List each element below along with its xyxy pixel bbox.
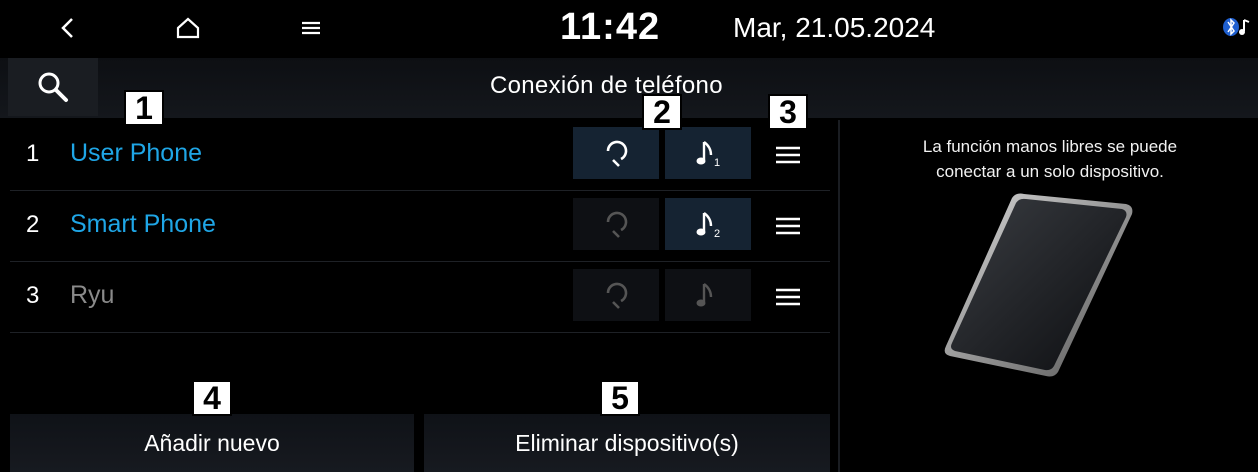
info-line: La función manos libres se puede [922,137,1178,156]
music-note-icon: 2 [696,212,720,240]
device-menu-button[interactable] [770,211,806,241]
device-menu-button[interactable] [770,282,806,312]
callout-1: 1 [124,90,164,126]
device-number: 1 [26,140,40,167]
header-bar: Conexión de teléfono [0,58,1258,118]
menu-icon[interactable] [293,12,329,44]
svg-text:1: 1 [714,157,720,169]
info-text: La función manos libres se puede conecta… [840,134,1258,184]
handsfree-icon [606,140,628,167]
device-name[interactable]: User Phone [70,139,202,168]
page-title: Conexión de teléfono [490,72,723,99]
device-name[interactable]: Smart Phone [70,210,216,239]
status-bar: 11:42 Mar, 21.05.2024 [0,0,1258,56]
device-row[interactable]: 1 User Phone 1 [10,120,830,191]
menu-icon [776,146,800,164]
home-icon[interactable] [170,12,206,44]
device-row[interactable]: 2 Smart Phone 2 [10,191,830,262]
bluetooth-audio-icon [1220,16,1252,43]
device-number: 2 [26,211,40,238]
info-line: conectar a un solo dispositivo. [936,162,1164,181]
callout-4: 4 [192,380,232,416]
back-icon[interactable] [50,12,86,44]
music-note-icon [696,283,713,307]
audio-toggle[interactable] [665,269,751,321]
audio-toggle[interactable]: 2 [665,198,751,250]
menu-icon [776,217,800,235]
handsfree-icon [606,211,628,238]
callout-5: 5 [600,380,640,416]
search-icon [38,72,68,102]
device-number: 3 [26,282,40,309]
handsfree-toggle[interactable] [573,198,659,250]
info-panel: La función manos libres se puede conecta… [838,120,1258,472]
device-menu-button[interactable] [770,140,806,170]
audio-toggle[interactable]: 1 [665,127,751,179]
smartphone-icon [944,193,1133,377]
device-row[interactable]: 3 Ryu [10,262,830,333]
handsfree-toggle[interactable] [573,127,659,179]
device-name[interactable]: Ryu [70,281,114,310]
handsfree-toggle[interactable] [573,269,659,321]
search-button[interactable] [8,58,98,116]
add-new-button[interactable]: Añadir nuevo [10,414,414,472]
svg-text:2: 2 [714,228,720,240]
date-text: Mar, 21.05.2024 [733,12,936,43]
clock-time: 11:42 [560,6,661,48]
music-note-icon: 1 [696,141,720,169]
delete-devices-button[interactable]: Eliminar dispositivo(s) [424,414,830,472]
callout-3: 3 [768,94,808,130]
callout-2: 2 [642,94,682,130]
device-list: 1 User Phone 1 2 Smart Phone 2 3 Ryu [10,120,830,333]
handsfree-icon [606,282,628,309]
menu-icon [776,288,800,306]
